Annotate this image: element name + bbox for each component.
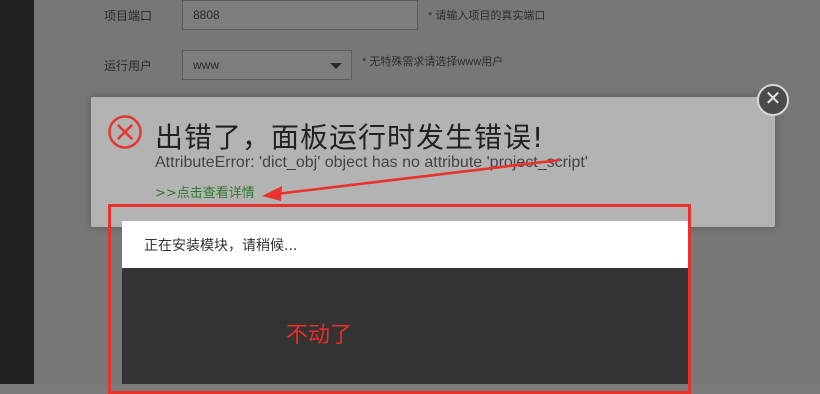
error-circle-x-icon xyxy=(108,115,142,149)
port-hint: * 请输入项目的真实端口 xyxy=(428,10,546,22)
error-message: AttributeError: 'dict_obj' object has no… xyxy=(155,154,588,171)
error-title: 出错了，面板运行时发生错误! xyxy=(155,121,545,154)
port-row: 项目端口 8808 * 请输入项目的真实端口 xyxy=(104,0,545,30)
user-hint: * 无特殊需求请选择www用户 xyxy=(362,56,504,68)
user-label: 运行用户 xyxy=(104,58,153,73)
user-select-value: www xyxy=(193,58,219,72)
port-input[interactable]: 8808 xyxy=(182,0,418,30)
user-row: 运行用户 www * 无特殊需求请选择www用户 xyxy=(104,50,503,80)
close-button[interactable]: ✕ xyxy=(757,84,789,116)
port-label: 项目端口 xyxy=(104,8,153,23)
close-icon: ✕ xyxy=(764,88,782,110)
sidebar xyxy=(0,0,34,384)
annotation-highlight-box xyxy=(108,204,691,394)
details-link[interactable]: >>点击查看详情 xyxy=(155,182,255,201)
chevron-down-icon xyxy=(330,63,342,69)
user-select[interactable]: www xyxy=(182,50,352,80)
